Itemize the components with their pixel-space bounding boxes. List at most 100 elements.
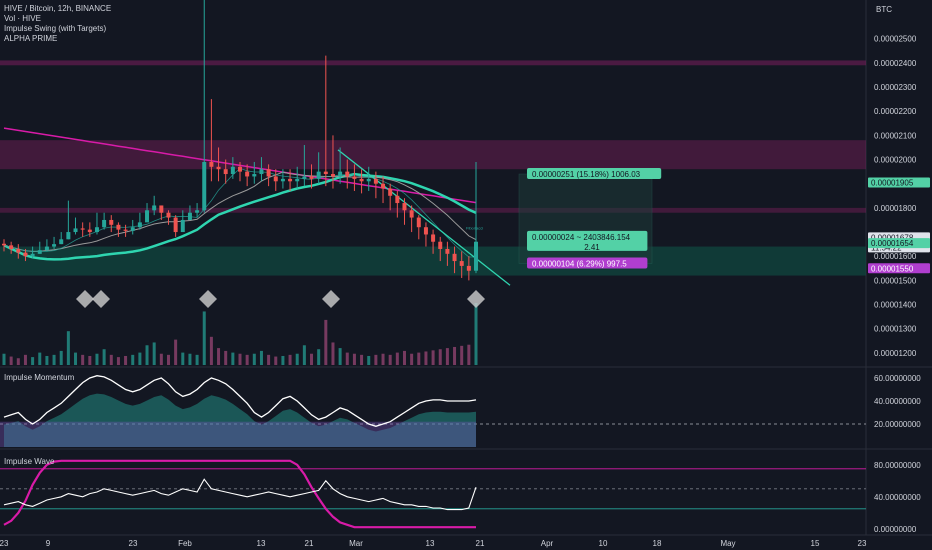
- price-tick-label: 0.00001800: [874, 204, 917, 213]
- volume-bar: [23, 354, 27, 365]
- volume-bar: [252, 353, 256, 365]
- candle-body: [130, 227, 135, 231]
- candle-body: [152, 205, 157, 211]
- chart-canvas[interactable]: 0.00002500 0.00002400 0.00002300 0.00002200…: [0, 0, 932, 550]
- volume-bar: [238, 353, 242, 365]
- indicator-impulse-swing[interactable]: Impulse Swing (with Targets): [4, 24, 111, 34]
- time-tick-label: 15: [811, 539, 820, 548]
- candle-body: [373, 178, 378, 184]
- volume-bar: [460, 345, 464, 365]
- time-tick-label: 21: [476, 539, 485, 548]
- fibonacci-label: Fibonacci: [466, 226, 483, 231]
- candle-body: [309, 176, 314, 179]
- candle-body: [452, 253, 457, 262]
- volume-bar: [367, 355, 371, 365]
- price-tick-label: 0.00001500: [874, 276, 917, 285]
- volume-bar: [188, 353, 192, 365]
- wave-line: [3, 478, 477, 511]
- candle-body: [280, 178, 285, 182]
- candle-body: [9, 245, 14, 249]
- momentum-base-band: [0, 421, 476, 447]
- price-tick-label: 0.00002100: [874, 131, 917, 140]
- indicator-volume[interactable]: Vol · HIVE: [4, 14, 111, 24]
- time-tick-label: 23: [0, 539, 9, 548]
- price-tick-label: 0.00002400: [874, 59, 917, 68]
- volume-bar: [345, 352, 349, 365]
- time-tick-label: 21: [305, 539, 314, 548]
- volume-bar: [81, 354, 85, 365]
- candle-body: [195, 210, 200, 213]
- candle-body: [359, 178, 364, 182]
- resistance-zone-low: [0, 207, 866, 213]
- volume-bar: [45, 355, 49, 365]
- volume-bar: [374, 354, 378, 365]
- candle-body: [316, 171, 321, 179]
- volume-bar: [66, 331, 70, 365]
- time-tick-label: Apr: [541, 539, 554, 548]
- candle-body: [388, 188, 393, 196]
- time-tick-label: May: [720, 539, 735, 548]
- volume-bar: [159, 353, 163, 365]
- candle-body: [216, 166, 221, 170]
- volume-bar: [38, 352, 42, 365]
- price-tick-label: 0.00002200: [874, 107, 917, 116]
- volume-bar: [453, 346, 457, 365]
- candle-body: [137, 222, 142, 228]
- volume-bar: [116, 357, 120, 365]
- candle-body: [323, 171, 328, 175]
- volume-bar: [202, 311, 206, 365]
- price-tick-label: 0.00001200: [874, 349, 917, 358]
- candle-body: [2, 243, 6, 246]
- indicator-alpha-prime[interactable]: ALPHA PRIME: [4, 34, 111, 44]
- candle-body: [223, 169, 228, 175]
- volume-bar: [295, 353, 299, 365]
- volume-bar: [131, 354, 135, 365]
- time-tick-label: 23: [129, 539, 138, 548]
- volume-bar: [281, 355, 285, 365]
- volume-bar: [395, 352, 399, 365]
- candle-body: [159, 205, 164, 213]
- volume-bar: [59, 350, 63, 365]
- signal-diamond: [322, 290, 340, 308]
- volume-bar: [95, 353, 99, 365]
- volume-bar: [224, 350, 228, 365]
- candle-body: [259, 169, 264, 175]
- volume-bar: [109, 354, 113, 365]
- candle-body: [230, 166, 235, 175]
- candle-body: [202, 161, 207, 211]
- volume-bar: [438, 349, 442, 365]
- volume-bar: [195, 354, 199, 365]
- volume-bar: [209, 336, 213, 365]
- candle-body: [345, 171, 350, 177]
- candle-body: [109, 219, 114, 225]
- candle-body: [116, 224, 121, 230]
- candle-body: [52, 244, 57, 247]
- price-label-text: 0.00001905: [871, 179, 914, 188]
- momentum-tick-label: 20.00000000: [874, 420, 921, 429]
- chart-legend: HIVE / Bitcoin, 12h, BINANCE Vol · HIVE …: [4, 4, 111, 44]
- target-label-text: 0.00000024 ~ 2403846.154: [532, 233, 631, 242]
- candle-body: [302, 176, 307, 179]
- volume-bar: [424, 351, 428, 365]
- volume-bar: [410, 353, 414, 365]
- candle-body: [37, 250, 42, 254]
- time-tick-label: 13: [426, 539, 435, 548]
- time-tick-label: 9: [46, 539, 51, 548]
- volume-bar: [181, 352, 185, 365]
- candle-body: [266, 169, 271, 177]
- candle-body: [87, 229, 92, 233]
- candle-body: [30, 253, 35, 257]
- volume-bar: [52, 354, 56, 365]
- signal-diamond: [92, 290, 110, 308]
- volume-bar: [267, 354, 271, 365]
- price-tick-label: 0.00001300: [874, 325, 917, 334]
- target-label-sub: 2.41: [584, 243, 600, 252]
- price-label-text: 0.00001550: [871, 264, 914, 273]
- volume-bar: [331, 342, 335, 365]
- volume-bar: [259, 350, 263, 365]
- candle-body: [23, 252, 28, 257]
- volume-bar: [217, 348, 221, 365]
- candle-body: [123, 229, 128, 231]
- target-label-text: 0.00000104 (6.29%) 997.5: [532, 259, 627, 268]
- signal-diamond: [199, 290, 217, 308]
